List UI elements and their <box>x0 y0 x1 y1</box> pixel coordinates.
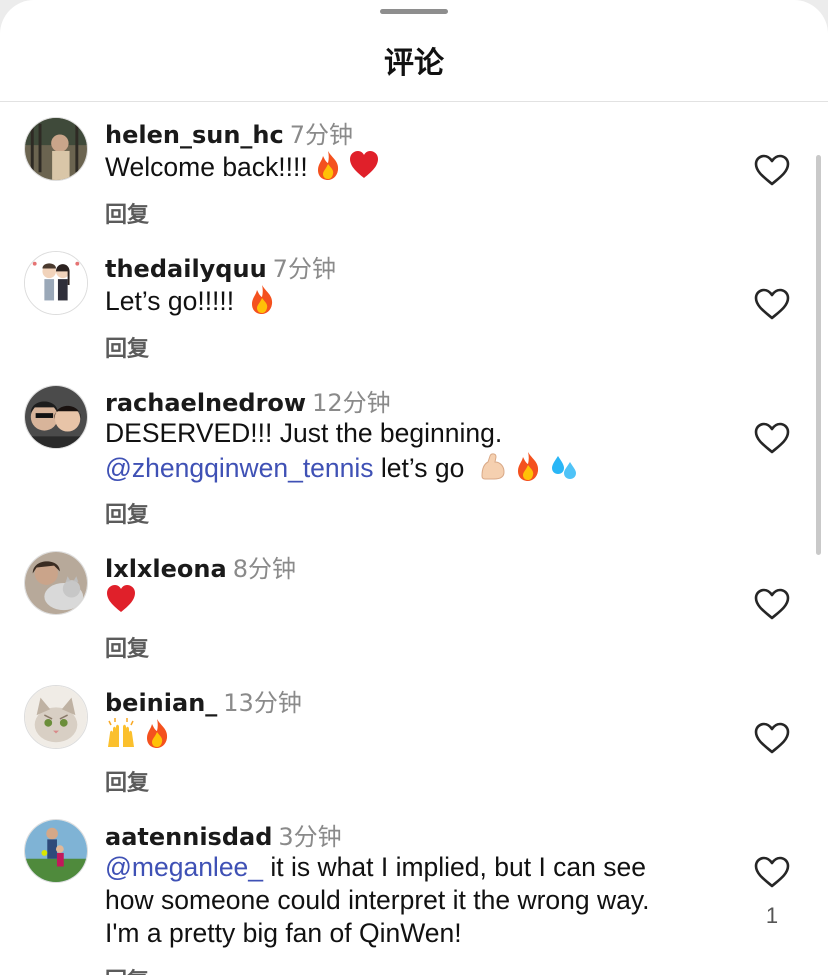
flexed-biceps-emoji <box>476 450 508 482</box>
red-heart-emoji <box>105 583 137 615</box>
comment-text-content: Let’s go!!!!! <box>105 286 242 316</box>
avatar[interactable] <box>24 551 88 615</box>
username[interactable]: helen_sun_hc <box>105 121 284 149</box>
username[interactable]: thedailyquu <box>105 255 267 283</box>
comment-text: Welcome back!!!! <box>105 149 725 184</box>
avatar[interactable] <box>24 819 88 883</box>
timestamp: 3分钟 <box>278 823 342 851</box>
comment-list[interactable]: helen_sun_hc 7分钟 Welcome back!!!! 回复 thed… <box>0 0 828 975</box>
raising-hands-emoji <box>105 717 137 749</box>
timestamp: 7分钟 <box>272 255 336 283</box>
comment-text-content: let’s go <box>373 453 472 483</box>
comment-text: DESERVED!!! Just the beginning. @zhengqi… <box>105 417 725 485</box>
username[interactable]: lxlxleona <box>105 555 227 583</box>
like-heart-icon[interactable] <box>753 587 791 621</box>
comment-header: lxlxleona 8分钟 <box>105 549 296 584</box>
comment-header: thedailyquu 7分钟 <box>105 249 336 284</box>
avatar[interactable] <box>24 385 88 449</box>
reply-button[interactable]: 回复 <box>105 631 149 663</box>
username[interactable]: rachaelnedrow <box>105 389 306 417</box>
mention-link[interactable]: @zhengqinwen_tennis <box>105 453 374 483</box>
like-heart-icon[interactable] <box>753 421 791 455</box>
username[interactable]: aatennisdad <box>105 823 272 851</box>
reply-button[interactable]: 回复 <box>105 497 149 529</box>
comments-sheet: 评论 helen_sun_hc 7分钟 Welcome back!!!! 回复 t… <box>0 0 828 975</box>
comment-text <box>105 583 725 618</box>
red-heart-emoji <box>348 149 380 181</box>
mention-link[interactable]: @meganlee_ <box>105 852 263 882</box>
timestamp: 8分钟 <box>232 555 296 583</box>
fire-emoji <box>512 450 544 482</box>
comment-text: @meganlee_ it is what I implied, but I c… <box>105 851 735 950</box>
comment-text-content: it is what I implied, but I can see <box>263 852 646 882</box>
comment-text-line: I'm a pretty big fan of QinWen! <box>105 918 462 948</box>
fire-emoji <box>312 149 344 181</box>
sweat-droplets-emoji <box>548 450 580 482</box>
comment-header: beinian_ 13分钟 <box>105 683 302 718</box>
fire-emoji <box>246 283 278 315</box>
like-heart-icon[interactable] <box>753 153 791 187</box>
comment-text-line: DESERVED!!! Just the beginning. <box>105 418 503 448</box>
reply-button[interactable]: 回复 <box>105 331 149 363</box>
reply-button[interactable]: 回复 <box>105 765 149 797</box>
avatar[interactable] <box>24 117 88 181</box>
fire-emoji <box>141 717 173 749</box>
comment-text <box>105 717 725 752</box>
scrollbar[interactable] <box>816 155 821 555</box>
like-heart-icon[interactable] <box>753 721 791 755</box>
like-count: 1 <box>765 903 779 928</box>
comment-text-line: @zhengqinwen_tennis let’s go <box>105 450 725 485</box>
timestamp: 13分钟 <box>223 689 302 717</box>
comment-text-content: Welcome back!!!! <box>105 152 308 182</box>
avatar[interactable] <box>24 251 88 315</box>
timestamp: 7分钟 <box>289 121 354 149</box>
comment-text-line: how someone could interpret it the wrong… <box>105 885 650 915</box>
like-heart-icon[interactable] <box>753 855 791 889</box>
reply-button[interactable]: 回复 <box>105 963 149 975</box>
reply-button[interactable]: 回复 <box>105 197 149 229</box>
comment-header: rachaelnedrow 12分钟 <box>105 383 391 418</box>
avatar[interactable] <box>24 685 88 749</box>
comment-header: aatennisdad 3分钟 <box>105 817 342 852</box>
like-heart-icon[interactable] <box>753 287 791 321</box>
timestamp: 12分钟 <box>312 389 391 417</box>
comment-text-line: @meganlee_ it is what I implied, but I c… <box>105 851 735 884</box>
username[interactable]: beinian_ <box>105 689 217 717</box>
comment-text: Let’s go!!!!! <box>105 283 725 318</box>
comment-header: helen_sun_hc 7分钟 <box>105 115 353 150</box>
